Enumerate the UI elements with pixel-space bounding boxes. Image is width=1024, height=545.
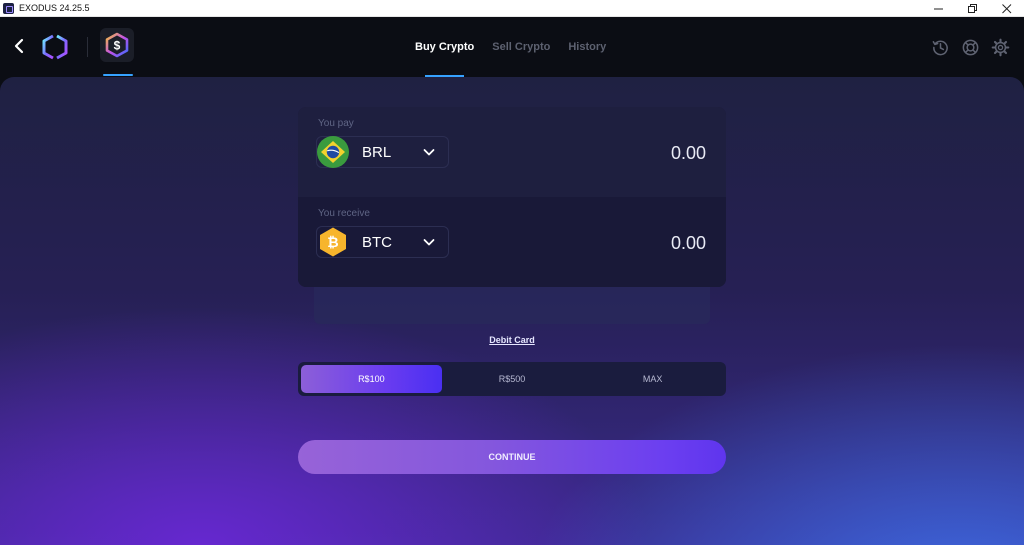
restore-icon	[968, 3, 977, 13]
pay-currency-code: BRL	[362, 143, 392, 161]
chevron-left-icon	[14, 38, 24, 54]
chevron-down-icon	[423, 149, 435, 156]
brazil-flag-icon	[317, 136, 349, 168]
close-button[interactable]	[990, 0, 1024, 17]
preset-r100-button[interactable]: R$100	[301, 365, 442, 393]
pay-row: You pay BRL	[298, 107, 726, 197]
tab-buy-crypto[interactable]: Buy Crypto	[406, 17, 483, 77]
exodus-logo-icon[interactable]	[40, 33, 70, 61]
buy-app-tile[interactable]: $	[100, 28, 134, 62]
receive-currency-selector[interactable]: ₿ BTC	[316, 226, 449, 258]
window-titlebar: EXODUS 24.25.5	[0, 0, 1024, 17]
app-topbar: $ Buy Crypto Sell Crypto History	[0, 17, 1024, 77]
gear-icon[interactable]	[991, 38, 1010, 57]
receive-currency-code: BTC	[362, 233, 392, 251]
app-tile-active-indicator	[103, 74, 133, 76]
dollar-hexagon-icon: $	[105, 32, 129, 58]
nav-tabs: Buy Crypto Sell Crypto History	[406, 17, 615, 77]
receive-amount-input[interactable]	[556, 233, 706, 254]
pay-currency-selector[interactable]: BRL	[316, 136, 449, 168]
exchange-card: You pay BRL You receive	[298, 107, 726, 287]
window-title: EXODUS 24.25.5	[19, 3, 90, 13]
back-button[interactable]	[10, 36, 28, 58]
tab-sell-crypto[interactable]: Sell Crypto	[483, 17, 559, 77]
amount-presets: R$100 R$500 MAX	[298, 362, 726, 396]
minimize-icon	[934, 8, 943, 9]
card-shadow-layer	[314, 287, 710, 324]
tab-history[interactable]: History	[559, 17, 615, 77]
chevron-down-icon	[423, 239, 435, 246]
exodus-app-icon	[3, 2, 14, 14]
bitcoin-icon: ₿	[317, 226, 349, 258]
pay-amount-input[interactable]	[556, 143, 706, 164]
preset-r500-button[interactable]: R$500	[442, 365, 583, 393]
svg-text:$: $	[114, 39, 121, 53]
receive-row: You receive ₿ BTC	[298, 197, 726, 287]
buy-crypto-panel: You pay BRL You receive	[0, 77, 1024, 545]
topbar-divider	[87, 37, 88, 57]
restore-button[interactable]	[956, 0, 990, 17]
continue-button[interactable]: CONTINUE	[298, 440, 726, 474]
payment-method-link[interactable]: Debit Card	[0, 335, 1024, 345]
minimize-button[interactable]	[922, 0, 956, 17]
svg-text:₿: ₿	[327, 234, 338, 250]
pay-label: You pay	[318, 118, 354, 129]
close-icon	[1002, 3, 1012, 13]
support-lifebuoy-icon[interactable]	[961, 38, 980, 57]
preset-max-button[interactable]: MAX	[582, 365, 723, 393]
topbar-actions	[931, 38, 1010, 57]
history-icon[interactable]	[931, 38, 950, 57]
window-controls	[922, 0, 1024, 17]
receive-label: You receive	[318, 208, 370, 219]
